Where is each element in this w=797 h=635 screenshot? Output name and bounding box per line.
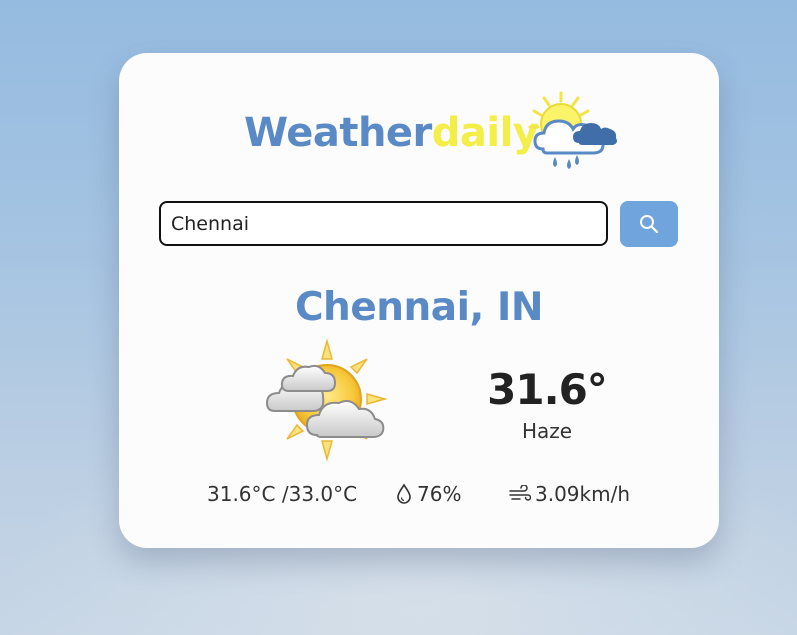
location-title: Chennai, IN bbox=[294, 285, 544, 330]
temperature-value: 31.6° bbox=[487, 365, 608, 414]
droplet-icon bbox=[397, 483, 411, 504]
wind-value: 3.09km/h bbox=[535, 482, 631, 506]
weather-card: Weatherdaily Chennai, IN bbox=[119, 53, 719, 548]
brand-title: Weather daily bbox=[244, 103, 539, 163]
wind-icon bbox=[509, 485, 531, 501]
weather-description: Haze bbox=[521, 419, 573, 443]
search-input[interactable] bbox=[159, 201, 608, 246]
sun-behind-clouds-icon bbox=[265, 338, 388, 462]
min-max-temperature: 31.6°C /33.0°C bbox=[207, 482, 357, 506]
humidity-value: 76% bbox=[417, 482, 462, 506]
brand-name-daily: daily bbox=[431, 110, 539, 156]
sun-cloud-rain-icon bbox=[528, 91, 617, 169]
search-button[interactable] bbox=[620, 201, 678, 247]
brand-name-weather: Weather bbox=[244, 110, 432, 156]
humidity-stat: 76% bbox=[395, 482, 461, 506]
wind-stat: 3.09km/h bbox=[509, 482, 630, 506]
search-icon bbox=[640, 215, 659, 234]
min-max-value: 31.6°C /33.0°C bbox=[207, 482, 358, 506]
